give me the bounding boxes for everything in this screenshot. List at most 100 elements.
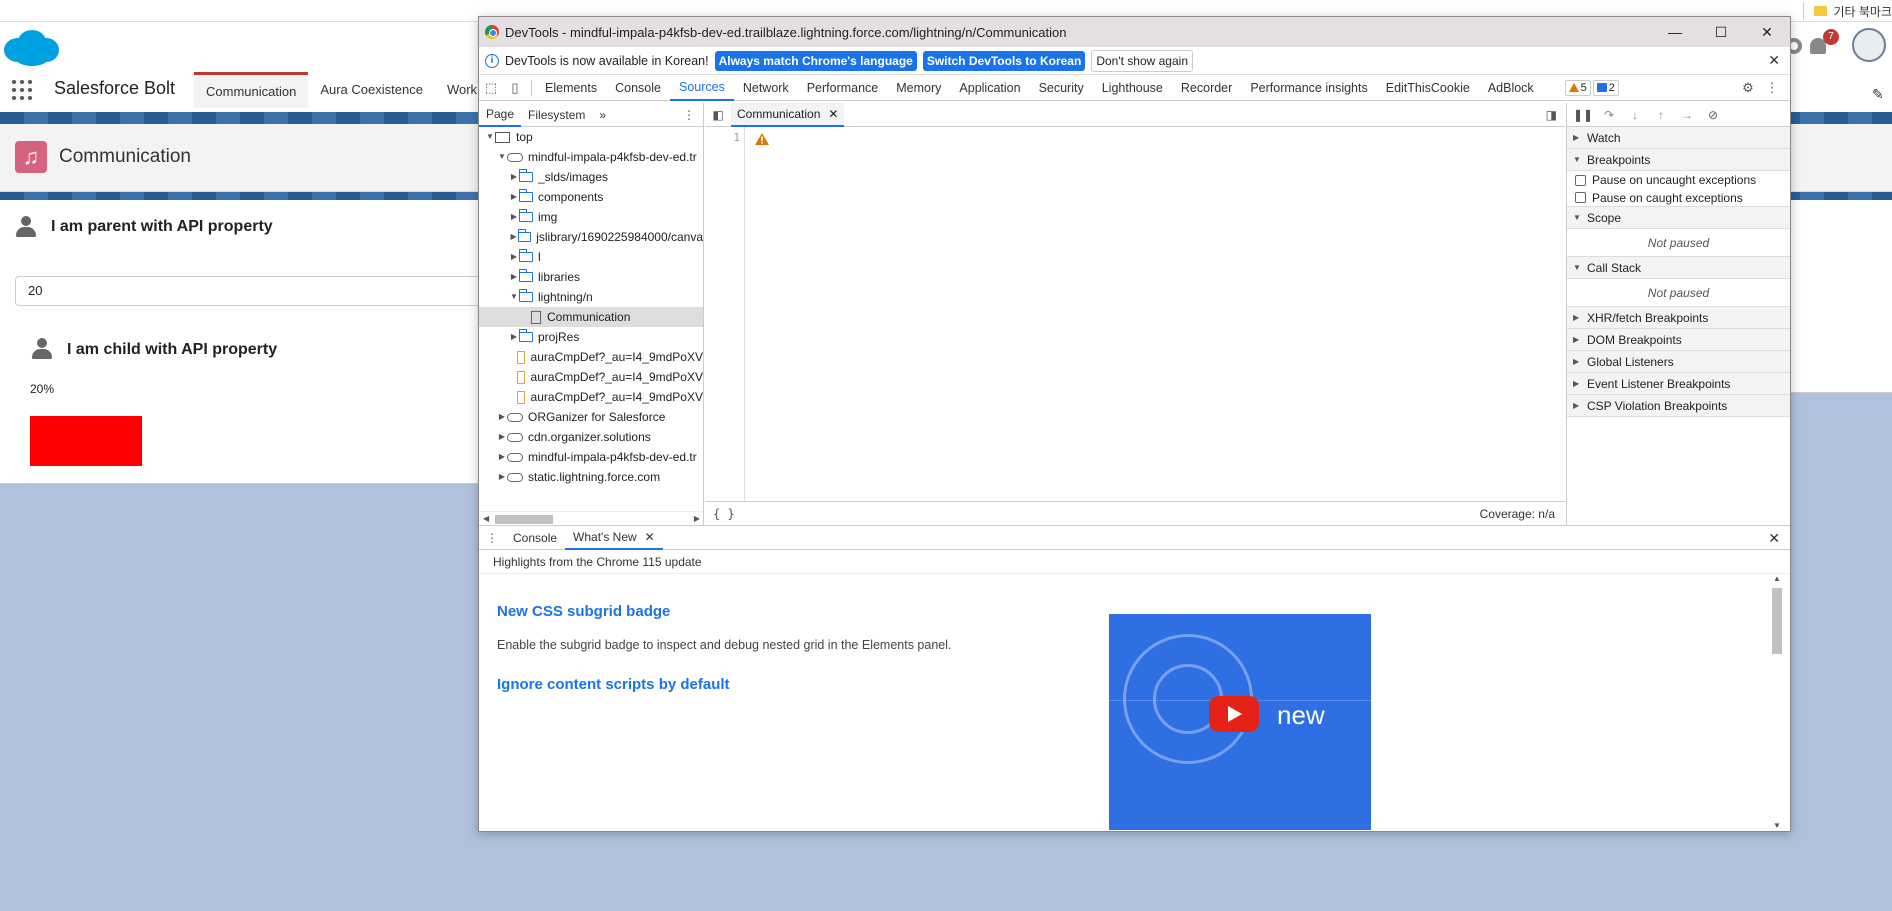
editor-tab-communication[interactable]: Communication ✕ [731,102,845,127]
toggle-debugger-icon[interactable]: ◨ [1546,103,1557,127]
parent-number-input[interactable]: 20 [15,276,485,306]
section-global-listeners[interactable]: ▶ Global Listeners [1567,351,1790,373]
scroll-left-icon[interactable]: ◀ [483,512,489,525]
tree-item[interactable]: auraCmpDef?_au=I4_9mdPoXV [479,387,703,407]
expand-icon[interactable]: ▶ [509,227,518,247]
devtools-titlebar[interactable]: DevTools - mindful-impala-p4kfsb-dev-ed.… [479,17,1790,47]
whats-new-item-title[interactable]: Ignore content scripts by default [497,676,730,693]
checkbox-icon[interactable] [1575,192,1586,203]
expand-icon[interactable]: ▶ [497,447,507,467]
edit-pencil-icon[interactable]: ✎ [1872,86,1884,103]
whats-new-video-thumbnail[interactable]: new [1109,614,1371,830]
tree-item[interactable]: ▼ top [479,127,703,147]
tab-performance-insights[interactable]: Performance insights [1241,75,1376,101]
tree-item[interactable]: ▶ static.lightning.force.com [479,467,703,487]
toggle-navigator-icon[interactable]: ◧ [705,108,731,122]
device-toolbar-icon[interactable]: ▯ [503,75,527,101]
tab-adblock[interactable]: AdBlock [1479,75,1543,101]
tab-elements[interactable]: Elements [536,75,606,101]
pause-icon[interactable]: ❚❚ [1573,108,1593,122]
youtube-play-icon[interactable] [1209,696,1259,732]
more-tabs-icon[interactable]: » [592,103,613,127]
whats-new-item-title[interactable]: New CSS subgrid badge [497,603,670,620]
drawer-menu-icon[interactable]: ⋮ [479,531,505,545]
navigator-tab-page[interactable]: Page [479,103,522,127]
collapse-icon[interactable]: ▼ [509,287,519,307]
sf-tab-aura-coexistence[interactable]: Aura Coexistence [308,72,435,108]
section-breakpoints[interactable]: ▼ Breakpoints [1567,149,1790,171]
tab-console[interactable]: Console [606,75,670,101]
navigator-menu-icon[interactable]: ⋮ [683,103,695,127]
tab-sources[interactable]: Sources [669,75,734,101]
minimize-icon[interactable]: — [1652,17,1698,47]
maximize-icon[interactable]: ☐ [1698,17,1744,47]
tab-application[interactable]: Application [950,75,1029,101]
tree-item[interactable]: ▼ lightning/n [479,287,703,307]
collapse-icon[interactable]: ▼ [485,127,495,147]
step-over-icon[interactable]: ↷ [1599,108,1619,122]
tab-network[interactable]: Network [734,75,798,101]
tree-item[interactable]: ▶ cdn.organizer.solutions [479,427,703,447]
tree-item[interactable]: ▶ jslibrary/1690225984000/canva [479,227,703,247]
sf-tab-communication[interactable]: Communication [194,72,309,108]
scrollbar-thumb[interactable] [495,515,553,524]
expand-icon[interactable]: ▶ [509,207,519,227]
deactivate-breakpoints-icon[interactable]: ⊘ [1703,108,1723,122]
collapse-icon[interactable]: ▼ [497,147,507,167]
expand-icon[interactable]: ▶ [509,167,519,187]
drawer-vertical-scrollbar[interactable]: ▲ ▼ [1770,574,1784,830]
section-call-stack[interactable]: ▼ Call Stack [1567,257,1790,279]
tree-item[interactable]: ▶ components [479,187,703,207]
section-csp-breakpoints[interactable]: ▶ CSP Violation Breakpoints [1567,395,1790,417]
close-icon[interactable]: ✕ [1768,52,1780,69]
switch-korean-button[interactable]: Switch DevTools to Korean [922,50,1086,71]
pretty-print-icon[interactable]: { } [713,502,735,526]
navigator-tab-filesystem[interactable]: Filesystem [521,103,592,127]
close-tab-icon[interactable]: ✕ [828,103,838,125]
pause-caught-checkbox[interactable]: Pause on caught exceptions [1567,189,1790,207]
tree-item[interactable]: ▶ mindful-impala-p4kfsb-dev-ed.tr [479,447,703,467]
more-options-icon[interactable]: ⋮ [1760,75,1784,101]
inspect-element-icon[interactable]: ⬚ [479,75,503,101]
warning-icon[interactable] [755,133,769,145]
navigator-horizontal-scrollbar[interactable]: ◀ ▶ [479,511,703,525]
scrollbar-thumb[interactable] [1772,588,1782,654]
issue-counters[interactable]: 5 2 [1564,79,1619,96]
section-xhr-breakpoints[interactable]: ▶ XHR/fetch Breakpoints [1567,307,1790,329]
expand-icon[interactable]: ▶ [497,407,507,427]
scroll-right-icon[interactable]: ▶ [694,512,700,525]
tab-lighthouse[interactable]: Lighthouse [1093,75,1172,101]
expand-icon[interactable]: ▶ [497,467,507,487]
salesforce-cloud-logo-icon[interactable] [2,28,60,68]
section-scope[interactable]: ▼ Scope [1567,207,1790,229]
drawer-tab-whats-new[interactable]: What's New ✕ [565,526,663,550]
match-language-button[interactable]: Always match Chrome's language [714,50,917,71]
message-counter[interactable]: 2 [1592,79,1619,96]
tree-item[interactable]: ▶ libraries [479,267,703,287]
tab-editthiscookie[interactable]: EditThisCookie [1377,75,1479,101]
dont-show-again-button[interactable]: Don't show again [1091,49,1193,72]
pause-uncaught-checkbox[interactable]: Pause on uncaught exceptions [1567,171,1790,189]
scroll-down-icon[interactable]: ▼ [1773,821,1781,830]
section-event-listener-breakpoints[interactable]: ▶ Event Listener Breakpoints [1567,373,1790,395]
scroll-up-icon[interactable]: ▲ [1773,574,1781,583]
warning-counter[interactable]: 5 [1564,79,1591,96]
tree-item[interactable]: ▶ _slds/images [479,167,703,187]
drawer-tab-console[interactable]: Console [505,526,565,550]
step-out-icon[interactable]: ↑ [1651,108,1671,122]
expand-icon[interactable]: ▶ [509,187,519,207]
step-into-icon[interactable]: ↓ [1625,108,1645,122]
app-launcher-icon[interactable] [12,80,32,100]
tree-item[interactable]: auraCmpDef?_au=I4_9mdPoXV [479,347,703,367]
checkbox-icon[interactable] [1575,174,1586,186]
expand-icon[interactable]: ▶ [497,427,507,447]
tree-item[interactable]: ▶ ORGanizer for Salesforce [479,407,703,427]
close-window-icon[interactable]: ✕ [1744,17,1790,47]
user-avatar[interactable] [1852,28,1886,62]
tree-item[interactable]: ▶ projRes [479,327,703,347]
other-bookmarks[interactable]: 기타 북마크 [1803,2,1892,20]
tree-item[interactable]: ▶ l [479,247,703,267]
close-drawer-icon[interactable]: ✕ [1768,526,1780,550]
expand-icon[interactable]: ▶ [509,247,519,267]
close-tab-icon[interactable]: ✕ [645,526,655,548]
